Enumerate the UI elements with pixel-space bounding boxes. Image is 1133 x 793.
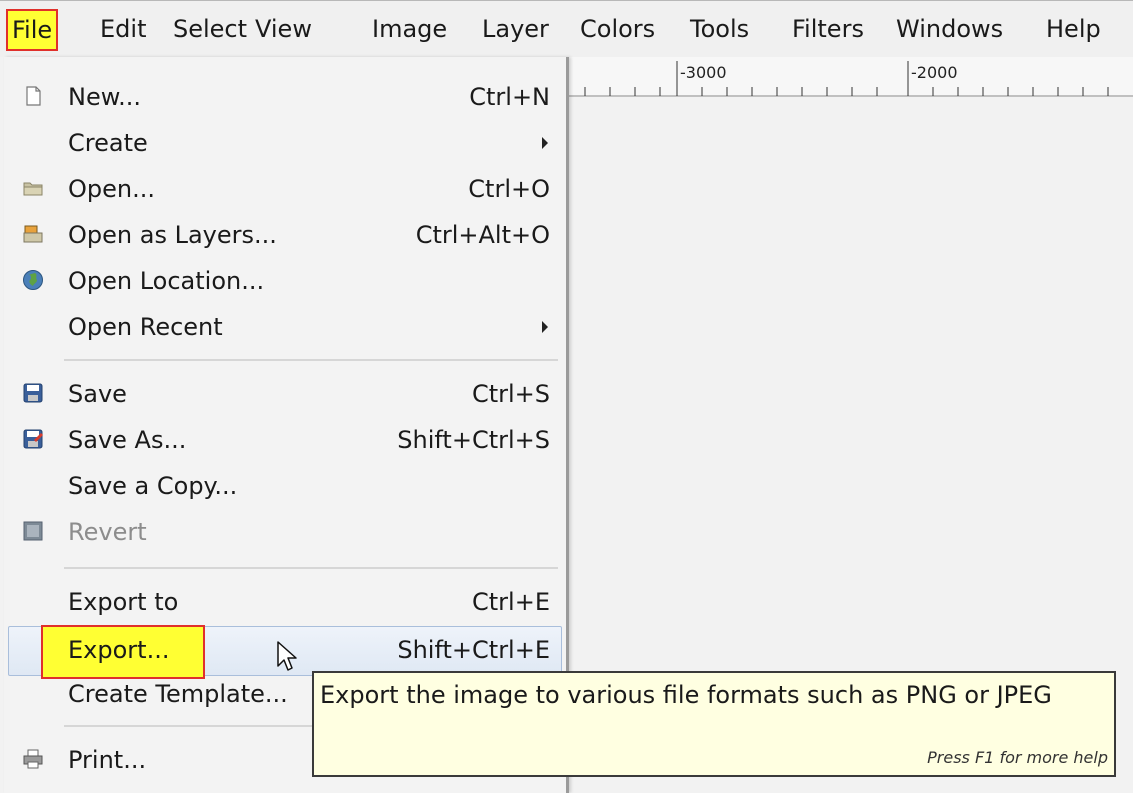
horizontal-ruler[interactable]: -3000 -2000 <box>567 57 1133 97</box>
ruler-label: -3000 <box>680 63 727 82</box>
menu-filters[interactable]: Filters <box>792 11 864 47</box>
shortcut-label: Ctrl+O <box>468 175 550 203</box>
submenu-arrow-icon <box>542 137 548 149</box>
menu-item-label: New... <box>68 83 142 111</box>
menu-windows[interactable]: Windows <box>896 11 1003 47</box>
menu-item-export-to[interactable]: Export to Ctrl+E <box>4 579 562 625</box>
printer-icon <box>23 749 43 769</box>
open-layers-icon <box>23 225 43 243</box>
shortcut-label: Ctrl+S <box>471 380 550 408</box>
menu-item-label: Print... <box>68 746 147 774</box>
menu-item-label: Revert <box>68 518 147 546</box>
menu-item-open-as-layers[interactable]: Open as Layers... Ctrl+Alt+O <box>4 212 562 258</box>
tooltip-help-text: Press F1 for more help <box>927 748 1108 767</box>
shortcut-label: Ctrl+Alt+O <box>415 221 550 249</box>
menu-item-save-a-copy[interactable]: Save a Copy... <box>4 463 562 509</box>
mouse-cursor-icon <box>277 641 297 671</box>
menu-item-open[interactable]: Open... Ctrl+O <box>4 166 562 212</box>
menu-view[interactable]: View <box>255 11 312 47</box>
revert-icon <box>23 521 43 541</box>
globe-icon <box>23 270 43 290</box>
menu-item-label: Create <box>68 129 148 157</box>
menu-item-open-recent[interactable]: Open Recent <box>4 304 562 350</box>
menu-tools[interactable]: Tools <box>690 11 749 47</box>
menu-item-label: Open as Layers... <box>68 221 277 249</box>
menu-item-label: Open Location... <box>68 267 265 295</box>
menu-item-label: Save As... <box>68 426 187 454</box>
menu-image[interactable]: Image <box>372 11 447 47</box>
shortcut-label: Shift+Ctrl+E <box>397 636 550 664</box>
menu-item-label: Save <box>68 380 127 408</box>
ruler-label: -2000 <box>911 63 958 82</box>
menu-item-label: Export... <box>68 636 170 664</box>
menu-select[interactable]: Select <box>173 11 247 47</box>
menu-separator <box>64 359 558 361</box>
menu-layer[interactable]: Layer <box>482 11 549 47</box>
menu-item-label: Open Recent <box>68 313 223 341</box>
menu-item-label: Save a Copy... <box>68 472 238 500</box>
save-as-icon <box>23 429 43 449</box>
menu-bar: File Edit Select View Image Layer Colors… <box>0 0 1133 57</box>
menu-item-label: Create Template... <box>68 680 288 708</box>
new-document-icon <box>26 86 41 106</box>
menu-colors[interactable]: Colors <box>580 11 655 47</box>
menu-item-save-as[interactable]: Save As... Shift+Ctrl+S <box>4 417 562 463</box>
save-icon <box>23 383 43 403</box>
menu-item-open-location[interactable]: Open Location... <box>4 258 562 304</box>
shortcut-label: Shift+Ctrl+S <box>397 426 550 454</box>
menu-item-save[interactable]: Save Ctrl+S <box>4 371 562 417</box>
menu-item-revert: Revert <box>4 509 562 555</box>
submenu-arrow-icon <box>542 321 548 333</box>
menu-item-new[interactable]: New... Ctrl+N <box>4 74 562 120</box>
tooltip-text: Export the image to various file formats… <box>320 681 1052 709</box>
menu-file[interactable]: File <box>6 9 59 51</box>
menu-edit[interactable]: Edit <box>100 11 146 47</box>
export-tooltip: Export the image to various file formats… <box>312 671 1116 777</box>
shortcut-label: Ctrl+N <box>469 83 550 111</box>
menu-separator <box>64 567 558 569</box>
menu-item-label: Open... <box>68 175 155 203</box>
shortcut-label: Ctrl+E <box>472 588 550 616</box>
ruler-ticks <box>567 61 1133 97</box>
menu-help[interactable]: Help <box>1046 11 1101 47</box>
folder-icon <box>23 182 43 196</box>
menu-item-label: Export to <box>68 588 179 616</box>
menu-item-create[interactable]: Create <box>4 120 562 166</box>
